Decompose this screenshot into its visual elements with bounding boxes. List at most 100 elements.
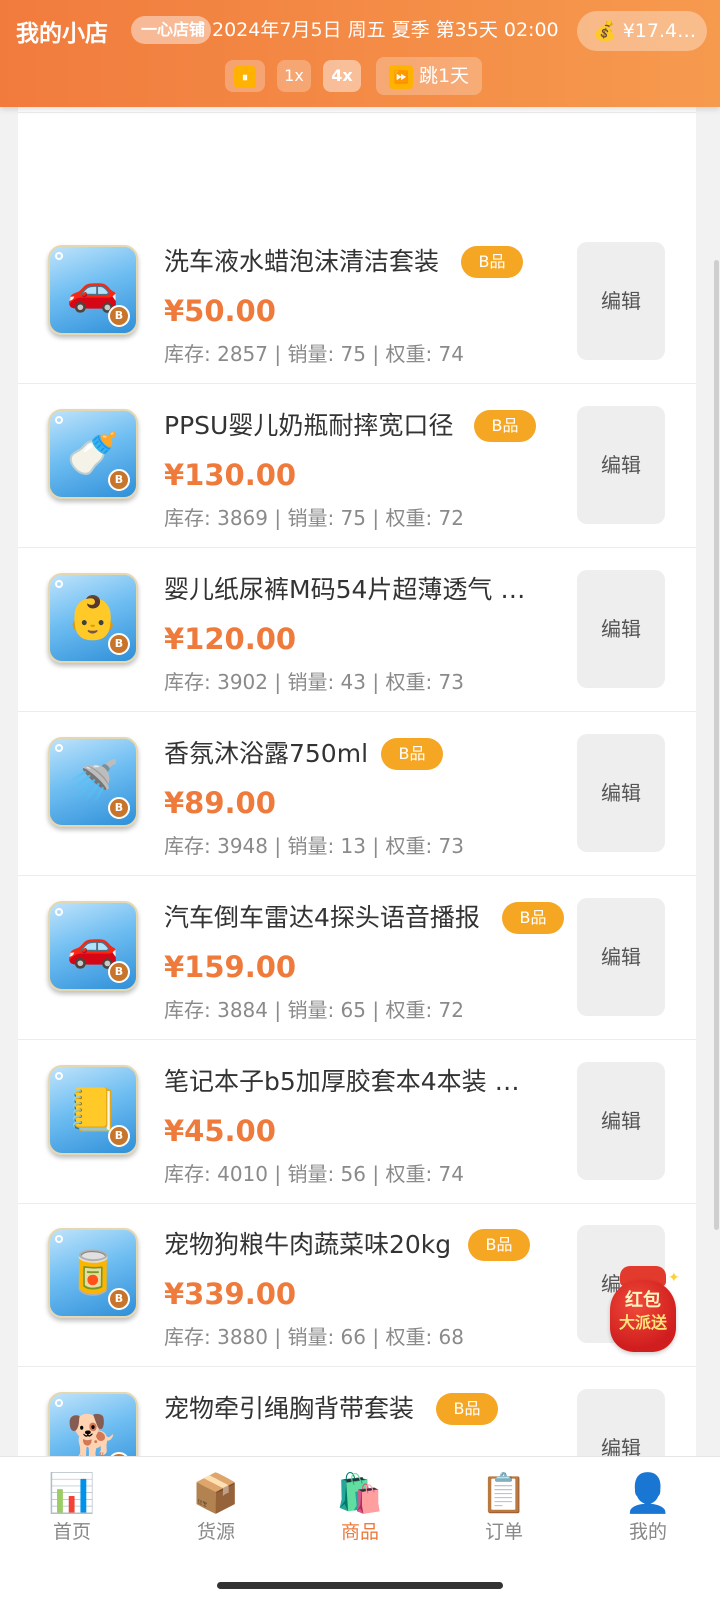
product-row[interactable]: 📒 B 笔记本子b5加厚胶套本4本装 … ¥45.00 库存: 4010 | 销… bbox=[18, 1037, 696, 1204]
thumbnail-dot bbox=[55, 252, 63, 260]
product-name: 宠物牵引绳胸背带套装 bbox=[164, 1394, 415, 1423]
nav-item-clipboard[interactable]: 📋 订单 bbox=[432, 1469, 576, 1559]
product-row[interactable]: 👶 B 婴儿纸尿裤M码54片超薄透气 … ¥120.00 库存: 3902 | … bbox=[18, 545, 696, 712]
product-name: PPSU婴儿奶瓶耐摔宽口径 bbox=[164, 411, 454, 440]
product-name: 宠物狗粮牛肉蔬菜味20kg bbox=[164, 1230, 452, 1259]
nav-label: 首页 bbox=[52, 1521, 91, 1543]
bar-chart-icon: 📊 bbox=[48, 1471, 96, 1515]
thumbnail-dot bbox=[55, 1072, 63, 1080]
sparkle-icon: ✦ bbox=[668, 1270, 680, 1286]
app-title: 我的小店 bbox=[16, 21, 108, 47]
nav-item-bar-chart[interactable]: 📊 首页 bbox=[0, 1469, 144, 1559]
thumbnail-dot bbox=[55, 416, 63, 424]
bottom-nav: 📊 首页 📦 货源 🛍️ 商品 📋 订单 👤 我的 bbox=[0, 1456, 720, 1600]
b-grade-icon: B bbox=[108, 1288, 130, 1310]
grade-badge: B品 bbox=[502, 902, 564, 934]
product-stats: 库存: 3948 | 销量: 13 | 权重: 73 bbox=[164, 834, 464, 858]
top-bar: 我的小店 一心店铺 2024年7月5日 周五 夏季 第35天 02:00 💰 ¥… bbox=[0, 0, 720, 107]
shop-name-pill[interactable]: 一心店铺 bbox=[131, 16, 211, 44]
nav-item-package[interactable]: 📦 货源 bbox=[144, 1469, 288, 1559]
skip-day-button[interactable]: ⏩ 跳1天 bbox=[376, 57, 482, 95]
product-list[interactable]: 🚗 B ¥40.95 库存: 3834 | 销量: 93 | 权重: 74 编辑… bbox=[18, 0, 696, 1456]
nav-label: 我的 bbox=[628, 1521, 667, 1543]
thumbnail-dot bbox=[55, 908, 63, 916]
product-row[interactable]: 🚗 B 汽车倒车雷达4探头语音播报 B品 ¥159.00 库存: 3884 | … bbox=[18, 873, 696, 1040]
product-name: 汽车倒车雷达4探头语音播报 bbox=[164, 903, 480, 932]
b-grade-icon: B bbox=[108, 469, 130, 491]
product-price: ¥339.00 bbox=[164, 1277, 297, 1311]
product-thumbnail[interactable]: 📒 B bbox=[48, 1065, 138, 1155]
edit-button[interactable]: 编辑 bbox=[577, 898, 665, 1016]
edit-button[interactable]: 编辑 bbox=[577, 242, 665, 360]
clipboard-icon: 📋 bbox=[480, 1471, 528, 1515]
user-icon: 👤 bbox=[624, 1471, 672, 1515]
thumbnail-dot bbox=[55, 580, 63, 588]
product-row[interactable]: 🐕 B 宠物牵引绳胸背带套装 B品 编辑 bbox=[18, 1364, 696, 1456]
product-thumbnail[interactable]: 🥫 B bbox=[48, 1228, 138, 1318]
nav-item-shopping-bags[interactable]: 🛍️ 商品 bbox=[288, 1469, 432, 1559]
product-name: 香氛沐浴露750ml bbox=[164, 739, 369, 768]
edit-button[interactable]: 编辑 bbox=[577, 406, 665, 524]
edit-button[interactable]: 编辑 bbox=[577, 734, 665, 852]
product-price: ¥130.00 bbox=[164, 458, 297, 492]
product-name: 笔记本子b5加厚胶套本4本装 … bbox=[164, 1067, 520, 1096]
nav-label: 货源 bbox=[196, 1521, 235, 1543]
edit-button[interactable]: 编辑 bbox=[577, 1389, 665, 1456]
product-thumbnail[interactable]: 🚗 B bbox=[48, 245, 138, 335]
product-name: 婴儿纸尿裤M码54片超薄透气 … bbox=[164, 575, 526, 604]
product-stats: 库存: 3902 | 销量: 43 | 权重: 73 bbox=[164, 670, 464, 694]
b-grade-icon: B bbox=[108, 961, 130, 983]
b-grade-icon: B bbox=[108, 1125, 130, 1147]
product-thumbnail[interactable]: 🍼 B bbox=[48, 409, 138, 499]
product-name: 洗车液水蜡泡沫清洁套装 bbox=[164, 247, 440, 276]
grade-badge: B品 bbox=[468, 1229, 530, 1261]
b-grade-icon: B bbox=[108, 633, 130, 655]
scrollbar[interactable] bbox=[714, 260, 719, 1230]
product-stats: 库存: 3884 | 销量: 65 | 权重: 72 bbox=[164, 998, 464, 1022]
thumbnail-dot bbox=[55, 744, 63, 752]
product-thumbnail[interactable]: 👶 B bbox=[48, 573, 138, 663]
edit-button[interactable]: 编辑 bbox=[577, 1062, 665, 1180]
game-date: 2024年7月5日 周五 夏季 第35天 02:00 bbox=[212, 19, 559, 41]
red-packet-subtitle: 大派送 bbox=[618, 1313, 667, 1332]
fast-forward-icon: ⏩ bbox=[388, 65, 413, 89]
product-row[interactable]: 🚿 B 香氛沐浴露750ml B品 ¥89.00 库存: 3948 | 销量: … bbox=[18, 709, 696, 876]
product-row[interactable]: 🚗 B 洗车液水蜡泡沫清洁套装 B品 ¥50.00 库存: 2857 | 销量:… bbox=[18, 217, 696, 384]
product-price: ¥120.00 bbox=[164, 622, 297, 656]
skip-day-label: 跳1天 bbox=[418, 65, 470, 87]
product-price: ¥45.00 bbox=[164, 1114, 276, 1148]
red-packet-promo[interactable]: ✦ 红包 大派送 bbox=[606, 1262, 684, 1358]
money-balance[interactable]: 💰 ¥17.4… bbox=[577, 11, 707, 51]
grade-badge: B品 bbox=[474, 410, 536, 442]
b-grade-icon: B bbox=[108, 305, 130, 327]
product-price: ¥50.00 bbox=[164, 294, 276, 328]
nav-label: 商品 bbox=[340, 1521, 379, 1543]
grade-badge: B品 bbox=[461, 246, 523, 278]
grade-badge: B品 bbox=[381, 738, 443, 770]
nav-item-user[interactable]: 👤 我的 bbox=[576, 1469, 720, 1559]
nav-label: 订单 bbox=[484, 1521, 523, 1543]
dog-icon: 🐕 bbox=[66, 1412, 120, 1456]
product-price: ¥89.00 bbox=[164, 786, 276, 820]
grade-badge: B品 bbox=[436, 1393, 498, 1425]
product-thumbnail[interactable]: 🐕 B bbox=[48, 1392, 138, 1456]
red-packet-title: 红包 bbox=[625, 1290, 661, 1311]
package-icon: 📦 bbox=[192, 1471, 240, 1515]
product-row[interactable]: 🍼 B PPSU婴儿奶瓶耐摔宽口径 B品 ¥130.00 库存: 3869 | … bbox=[18, 381, 696, 548]
speed-1x-button[interactable]: 1x bbox=[277, 60, 311, 92]
product-row[interactable]: 🥫 B 宠物狗粮牛肉蔬菜味20kg B品 ¥339.00 库存: 3880 | … bbox=[18, 1200, 696, 1367]
b-grade-icon: B bbox=[108, 797, 130, 819]
product-stats: 库存: 3869 | 销量: 75 | 权重: 72 bbox=[164, 506, 464, 530]
speed-4x-button[interactable]: 4x bbox=[323, 60, 361, 92]
product-price: ¥159.00 bbox=[164, 950, 297, 984]
edit-button[interactable]: 编辑 bbox=[577, 570, 665, 688]
product-stats: 库存: 2857 | 销量: 75 | 权重: 74 bbox=[164, 342, 464, 366]
product-stats: 库存: 3880 | 销量: 66 | 权重: 68 bbox=[164, 1325, 464, 1349]
product-thumbnail[interactable]: 🚿 B bbox=[48, 737, 138, 827]
thumbnail-dot bbox=[55, 1235, 63, 1243]
thumbnail-dot bbox=[55, 1399, 63, 1407]
product-thumbnail[interactable]: 🚗 B bbox=[48, 901, 138, 991]
pause-button[interactable]: ⏸ bbox=[225, 60, 265, 92]
shopping-bags-icon: 🛍️ bbox=[336, 1471, 384, 1515]
product-stats: 库存: 4010 | 销量: 56 | 权重: 74 bbox=[164, 1162, 464, 1186]
